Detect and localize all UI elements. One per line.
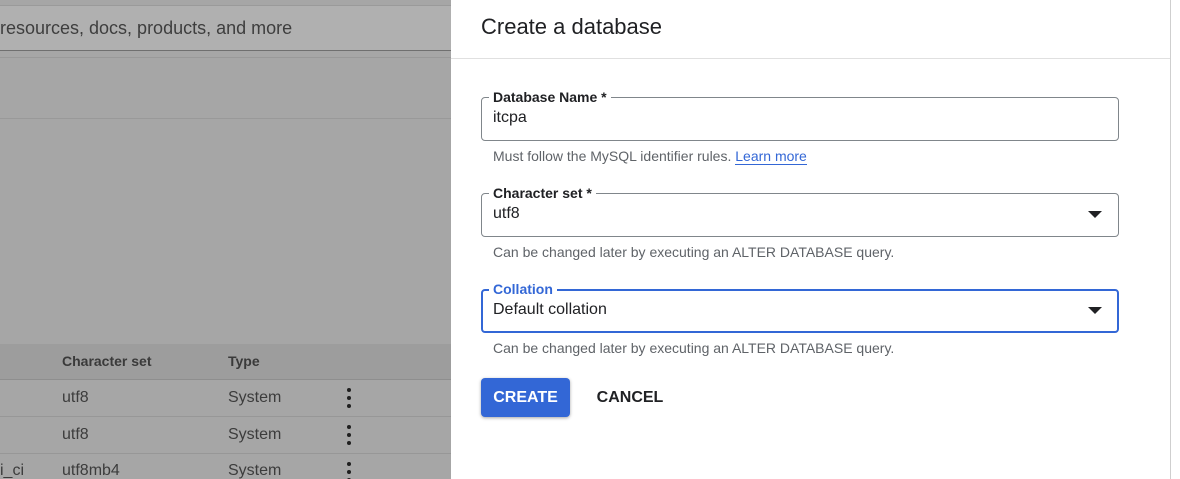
row-type: System: [228, 389, 282, 406]
character-set-label: Character set *: [489, 184, 596, 202]
row-type: System: [228, 426, 282, 443]
panel-title: Create a database: [481, 14, 663, 39]
divider: [0, 118, 451, 119]
row-name-fragment: i_ci: [0, 462, 25, 479]
row-character-set: utf8: [62, 389, 89, 406]
cancel-button[interactable]: CANCEL: [586, 378, 674, 417]
table-header: Character set Type: [0, 344, 451, 380]
create-button[interactable]: CREATE: [481, 378, 570, 417]
more-vert-icon[interactable]: [340, 425, 358, 447]
database-name-helper-text: Must follow the MySQL identifier rules.: [493, 148, 732, 164]
character-set-value: utf8: [493, 205, 520, 222]
background-page: resources, docs, products, and more Char…: [0, 0, 451, 479]
panel-header: Create a database: [451, 0, 1170, 59]
search-bar[interactable]: resources, docs, products, and more: [0, 5, 451, 51]
table-row[interactable]: i_ci utf8mb4 System: [0, 454, 451, 479]
database-name-helper: Must follow the MySQL identifier rules. …: [493, 148, 807, 165]
collation-select[interactable]: Collation Default collation: [481, 280, 1119, 333]
database-name-label: Database Name *: [489, 88, 611, 106]
app-root: resources, docs, products, and more Char…: [0, 0, 1180, 479]
chevron-down-icon[interactable]: [1088, 307, 1102, 314]
learn-more-link[interactable]: Learn more: [735, 148, 807, 165]
panel-edge: [1170, 0, 1180, 479]
more-vert-icon[interactable]: [340, 388, 358, 410]
collation-helper: Can be changed later by executing an ALT…: [493, 340, 895, 356]
character-set-select[interactable]: Character set * utf8: [481, 184, 1119, 237]
chevron-down-icon[interactable]: [1088, 211, 1102, 218]
character-set-helper: Can be changed later by executing an ALT…: [493, 244, 895, 260]
row-type: System: [228, 462, 282, 479]
more-vert-icon[interactable]: [340, 462, 358, 479]
table-row[interactable]: utf8 System: [0, 380, 451, 417]
column-header-type: Type: [228, 353, 260, 369]
row-character-set: utf8mb4: [62, 462, 120, 479]
table-row[interactable]: utf8 System: [0, 417, 451, 454]
column-header-character-set: Character set: [62, 353, 152, 369]
row-character-set: utf8: [62, 426, 89, 443]
collation-label: Collation: [489, 280, 557, 298]
create-database-panel: Create a database Database Name * itcpa …: [451, 0, 1170, 479]
divider: [0, 57, 451, 58]
database-name-field[interactable]: Database Name * itcpa: [481, 88, 1119, 141]
database-name-value[interactable]: itcpa: [493, 109, 527, 127]
collation-value: Default collation: [493, 301, 607, 318]
search-placeholder: resources, docs, products, and more: [0, 18, 293, 38]
